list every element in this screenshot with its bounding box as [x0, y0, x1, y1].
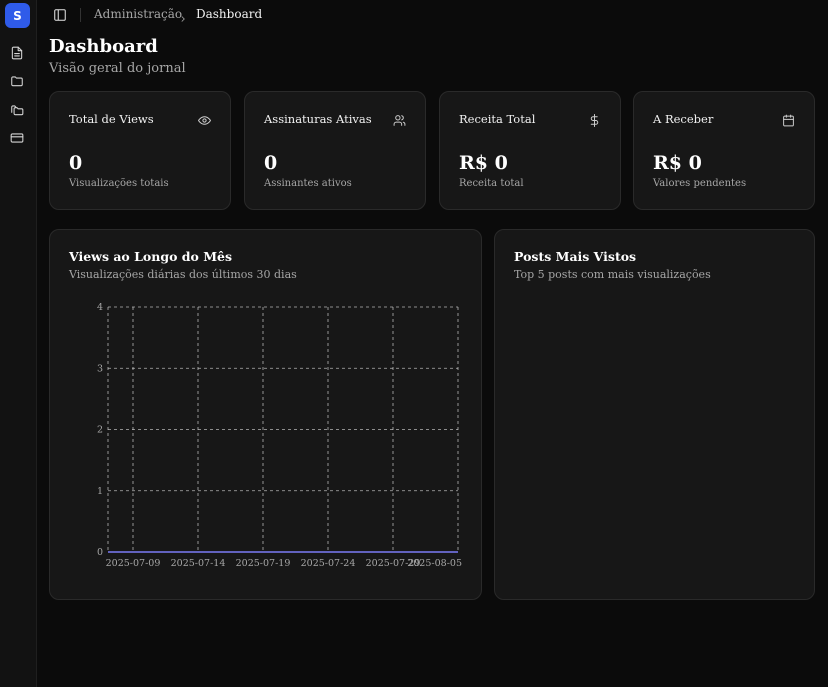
stat-title: A Receber	[653, 112, 714, 126]
divider	[80, 8, 81, 22]
x-tick-label: 2025-07-19	[236, 558, 291, 569]
panel-title: Posts Mais Vistos	[514, 249, 637, 264]
stat-card-views: Total de Views 0 Visualizações totais	[49, 91, 231, 210]
panel-subtitle: Top 5 posts com mais visualizações	[514, 268, 711, 281]
stat-value: 0	[69, 152, 83, 174]
top-posts-card: Posts Mais Vistos Top 5 posts com mais v…	[494, 229, 815, 600]
y-tick-label: 2	[97, 425, 103, 436]
app-logo[interactable]: S	[5, 3, 30, 28]
eye-icon	[198, 112, 212, 126]
x-tick-label: 2025-08-05	[407, 558, 462, 569]
stat-value: R$ 0	[653, 152, 702, 174]
stat-value: 0	[264, 152, 278, 174]
stat-card-receivable: A Receber R$ 0 Valores pendentes	[633, 91, 815, 210]
page-title: Dashboard	[49, 36, 158, 57]
folders-icon[interactable]	[9, 102, 25, 118]
stat-description: Valores pendentes	[653, 178, 747, 189]
x-tick-label: 2025-07-24	[301, 558, 356, 569]
y-tick-label: 3	[97, 363, 103, 374]
page-subtitle: Visão geral do jornal	[49, 61, 186, 76]
breadcrumb-parent[interactable]: Administração	[94, 7, 182, 21]
stat-description: Assinantes ativos	[264, 178, 352, 189]
stat-title: Assinaturas Ativas	[264, 112, 372, 126]
y-tick-label: 1	[97, 486, 103, 497]
calendar-icon	[782, 112, 796, 127]
sidebar-toggle-icon[interactable]	[53, 7, 69, 23]
stat-card-revenue: Receita Total R$ 0 Receita total	[439, 91, 621, 210]
stat-description: Visualizações totais	[69, 178, 169, 189]
sidebar: S	[0, 0, 37, 687]
stat-title: Total de Views	[69, 112, 154, 126]
views-chart-card: Views ao Longo do Mês Visualizações diár…	[49, 229, 482, 600]
chevron-right-icon	[178, 9, 188, 22]
folder-icon[interactable]	[9, 73, 25, 89]
y-tick-label: 4	[97, 302, 103, 313]
users-icon	[393, 112, 407, 126]
y-tick-label: 0	[97, 547, 103, 558]
breadcrumb-current: Dashboard	[196, 7, 263, 21]
stat-card-subscriptions: Assinaturas Ativas 0 Assinantes ativos	[244, 91, 426, 210]
x-tick-label: 2025-07-14	[171, 558, 226, 569]
stat-title: Receita Total	[459, 112, 536, 126]
stat-description: Receita total	[459, 178, 524, 189]
credit-card-icon[interactable]	[9, 130, 25, 146]
dollar-icon	[588, 112, 602, 127]
x-tick-label: 2025-07-09	[106, 558, 161, 569]
file-text-icon[interactable]	[9, 45, 25, 61]
top-bar: Administração Dashboard	[37, 0, 828, 30]
stat-value: R$ 0	[459, 152, 508, 174]
views-line-chart: 0 1 2 3 4 2025-07-09 2025-07-14 2025-07-19 2025-…	[97, 302, 462, 569]
